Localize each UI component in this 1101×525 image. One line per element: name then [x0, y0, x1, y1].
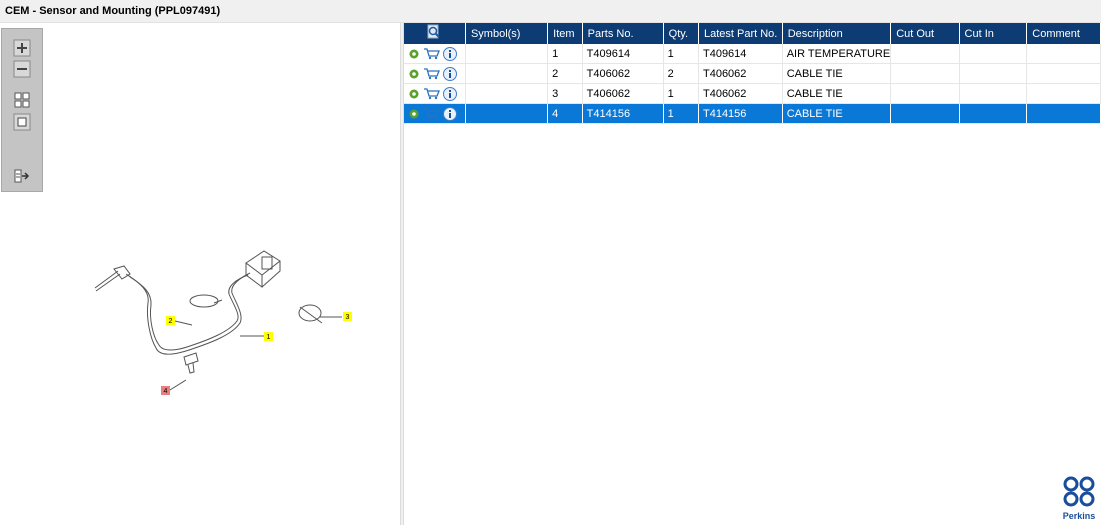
gear-icon[interactable] [408, 48, 420, 60]
cell-qty: 1 [663, 83, 699, 104]
cell-latest-part-no: T406062 [698, 63, 783, 84]
cable-tie-3-shape [298, 304, 322, 322]
cable-tie-2-shape [189, 294, 219, 308]
gear-icon[interactable] [408, 108, 420, 120]
column-header-description[interactable]: Description [782, 23, 892, 44]
title-bar: CEM - Sensor and Mounting (PPL097491) [0, 0, 1101, 23]
sensor-probe [94, 270, 119, 289]
shopping-cart-icon[interactable] [423, 67, 441, 80]
cell-parts-no: T406062 [582, 63, 664, 84]
table-header-row: Symbol(s) Item Parts No. Qty. Latest Par… [404, 23, 1101, 44]
gear-icon[interactable] [408, 68, 420, 80]
cell-description: CABLE TIE [782, 83, 892, 104]
window-title: CEM - Sensor and Mounting (PPL097491) [5, 5, 221, 17]
cell-qty: 1 [663, 44, 699, 64]
table-row[interactable]: 4 T414156 1 T414156 CABLE TIE [404, 103, 1101, 124]
info-icon[interactable] [443, 106, 458, 121]
column-header-cut-in[interactable]: Cut In [959, 23, 1028, 44]
cell-latest-part-no: T406062 [698, 83, 783, 104]
cell-item: 2 [547, 63, 583, 84]
shopping-cart-icon[interactable] [423, 47, 441, 60]
row-actions [404, 63, 466, 84]
column-header-parts-no[interactable]: Parts No. [582, 23, 664, 44]
cell-parts-no: T406062 [582, 83, 664, 104]
perkins-logo: Perkins [1063, 476, 1096, 521]
column-header-qty[interactable]: Qty. [663, 23, 699, 44]
cell-description: CABLE TIE [782, 63, 892, 84]
table-row[interactable]: 3 T406062 1 T406062 CABLE TIE [404, 83, 1101, 104]
callout-2[interactable]: 2 [169, 318, 173, 325]
parts-table: Symbol(s) Item Parts No. Qty. Latest Par… [404, 23, 1101, 124]
cell-comment [1026, 63, 1101, 84]
cell-description: CABLE TIE [782, 103, 892, 124]
column-header-comment[interactable]: Comment [1026, 23, 1101, 44]
callout-3[interactable]: 3 [346, 314, 350, 321]
cell-cut-out [890, 44, 960, 64]
cell-cut-in [959, 83, 1028, 104]
gear-icon[interactable] [408, 88, 420, 100]
cell-symbols [465, 44, 549, 64]
cell-cut-out [890, 63, 960, 84]
shopping-cart-icon[interactable] [423, 87, 441, 100]
info-icon[interactable] [443, 46, 458, 61]
column-header-cut-out[interactable]: Cut Out [890, 23, 960, 44]
column-header-latest-part-no[interactable]: Latest Part No. [698, 23, 783, 44]
cell-cut-in [959, 63, 1028, 84]
cell-cut-out [890, 103, 960, 124]
cell-qty: 2 [663, 63, 699, 84]
cell-parts-no: T409614 [582, 44, 664, 64]
cell-comment [1026, 44, 1101, 64]
drawing-pane[interactable]: 1 2 3 4 [0, 23, 400, 525]
search-document-icon[interactable] [426, 24, 442, 40]
cell-comment [1026, 103, 1101, 124]
cell-item: 1 [547, 44, 583, 64]
info-icon[interactable] [443, 86, 458, 101]
cell-symbols [465, 63, 549, 84]
cell-comment [1026, 83, 1101, 104]
cell-description: AIR TEMPERATURE [782, 44, 892, 64]
callout-1[interactable]: 1 [267, 334, 271, 341]
row-actions [404, 44, 466, 64]
table-row[interactable]: 1 T409614 1 T409614 AIR TEMPERATURE [404, 44, 1101, 64]
cell-item: 3 [547, 83, 583, 104]
column-header-symbols[interactable]: Symbol(s) [465, 23, 549, 44]
cable-tie-4-shape [183, 352, 199, 366]
table-row[interactable]: 2 T406062 2 T406062 CABLE TIE [404, 63, 1101, 84]
cell-latest-part-no: T414156 [698, 103, 783, 124]
cell-cut-out [890, 83, 960, 104]
parts-drawing: 1 2 3 4 [94, 250, 352, 395]
cell-qty: 1 [663, 103, 699, 124]
cell-latest-part-no: T409614 [698, 44, 783, 64]
cell-symbols [465, 83, 549, 104]
cell-parts-no: T414156 [582, 103, 664, 124]
row-actions [404, 103, 466, 124]
shopping-cart-icon[interactable] [423, 107, 441, 120]
info-icon[interactable] [443, 66, 458, 81]
cell-cut-in [959, 44, 1028, 64]
row-actions [404, 83, 466, 104]
cell-cut-in [959, 103, 1028, 124]
cell-item: 4 [547, 103, 583, 124]
column-header-icons[interactable] [404, 23, 466, 44]
column-header-item[interactable]: Item [547, 23, 583, 44]
cell-symbols [465, 103, 549, 124]
parts-list-pane: Symbol(s) Item Parts No. Qty. Latest Par… [404, 23, 1101, 525]
callout-4[interactable]: 4 [164, 388, 168, 395]
logo-text: Perkins [1063, 511, 1096, 521]
